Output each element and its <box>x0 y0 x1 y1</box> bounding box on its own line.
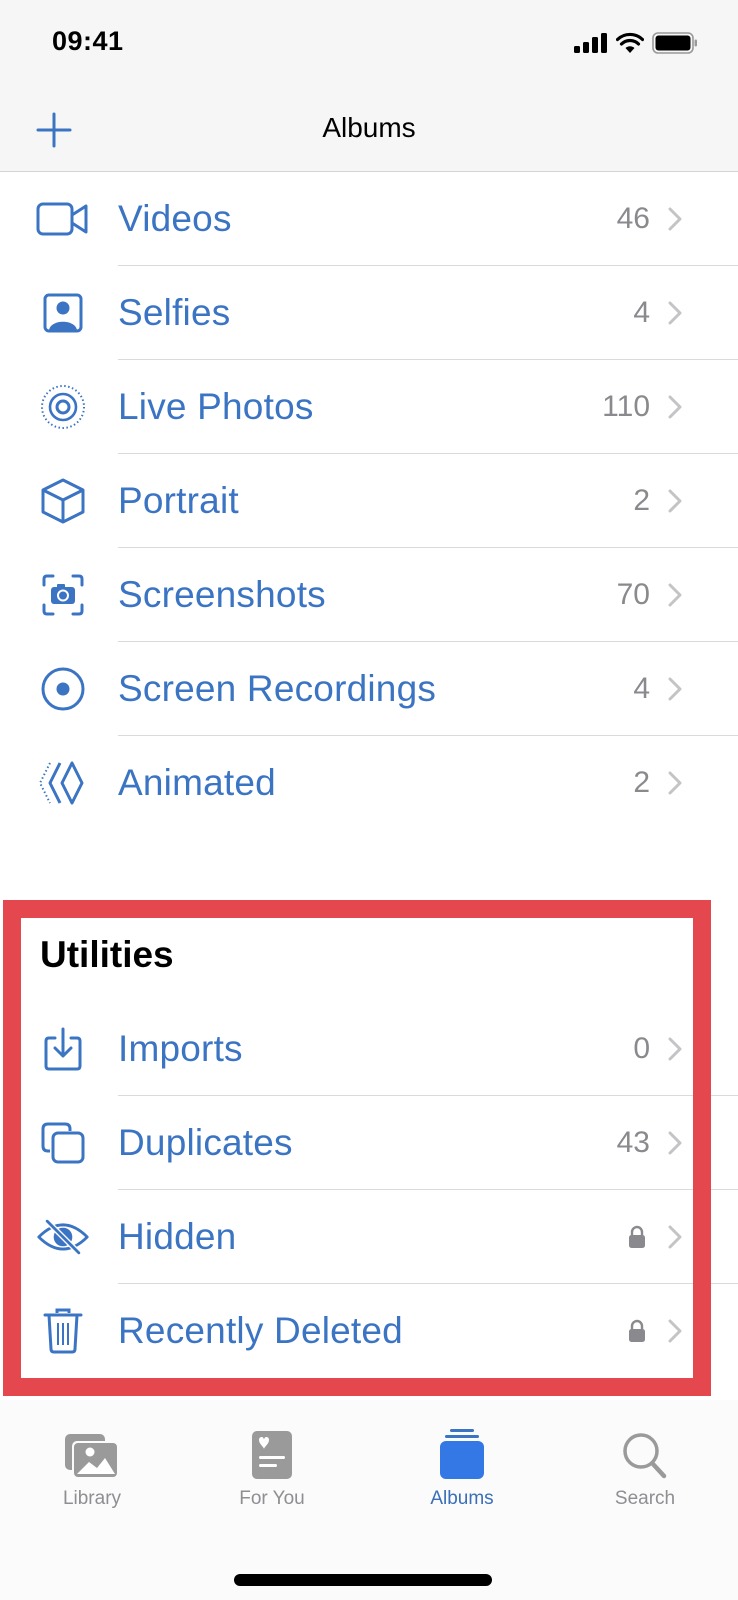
album-label: Videos <box>118 198 232 239</box>
photo-library-icon <box>65 1434 119 1479</box>
album-label: Screenshots <box>118 574 326 615</box>
navigation-bar: Albums <box>0 90 738 172</box>
chevron-right-icon <box>668 1319 682 1343</box>
lock-icon <box>629 1319 645 1342</box>
home-indicator[interactable] <box>234 1574 492 1586</box>
animated-diamond-icon <box>36 759 90 807</box>
tab-search[interactable]: Search <box>575 1418 715 1510</box>
media-types-list: Videos 46 Selfies 4 Live Photos 110 Port… <box>0 172 738 830</box>
utility-label: Duplicates <box>118 1122 293 1163</box>
selfie-portrait-icon <box>36 289 90 337</box>
chevron-right-icon <box>668 395 682 419</box>
tab-label: Albums <box>430 1488 494 1509</box>
chevron-right-icon <box>668 771 682 795</box>
for-you-heart-card-icon <box>252 1431 292 1479</box>
album-count: 46 <box>616 202 650 235</box>
record-circle-icon <box>36 665 90 713</box>
album-count: 4 <box>633 296 650 329</box>
status-icons <box>574 32 698 54</box>
utility-row-imports[interactable]: Imports 0 <box>0 1002 738 1096</box>
tab-label: Library <box>62 1488 122 1509</box>
tab-label: For You <box>239 1488 305 1509</box>
import-tray-icon <box>36 1025 90 1073</box>
chevron-right-icon <box>668 1131 682 1155</box>
album-row-videos[interactable]: Videos 46 <box>0 172 738 266</box>
tab-label: Search <box>614 1488 676 1509</box>
album-count: 110 <box>602 390 650 423</box>
chevron-right-icon <box>668 1225 682 1249</box>
page-title: Albums <box>322 112 416 143</box>
album-count: 2 <box>633 484 650 517</box>
chevron-right-icon <box>668 1037 682 1061</box>
utilities-section-title: Utilities <box>40 934 174 975</box>
chevron-right-icon <box>668 677 682 701</box>
battery-icon <box>652 32 697 54</box>
chevron-right-icon <box>668 489 682 513</box>
albums-stack-icon <box>440 1429 484 1479</box>
album-count: 70 <box>616 578 650 611</box>
screenshot-camera-icon <box>36 571 90 619</box>
utilities-list: Imports 0 Duplicates 43 Hidden Recently … <box>0 1002 738 1378</box>
utility-label: Recently Deleted <box>118 1310 403 1351</box>
utility-label: Hidden <box>118 1216 237 1257</box>
album-label: Selfies <box>118 292 231 333</box>
utility-count: 0 <box>633 1032 650 1065</box>
cellular-signal-icon <box>574 33 607 53</box>
tab-bar: Library For You Albums Search <box>0 1400 738 1600</box>
album-row-selfies[interactable]: Selfies 4 <box>0 266 738 360</box>
album-label: Live Photos <box>118 386 314 427</box>
chevron-right-icon <box>668 583 682 607</box>
trash-icon <box>36 1307 90 1355</box>
video-camera-icon <box>36 195 90 243</box>
utility-row-recently-deleted[interactable]: Recently Deleted <box>0 1284 738 1378</box>
wifi-icon <box>616 32 644 53</box>
utility-row-hidden[interactable]: Hidden <box>0 1190 738 1284</box>
chevron-right-icon <box>668 207 682 231</box>
album-row-screen-recordings[interactable]: Screen Recordings 4 <box>0 642 738 736</box>
status-time: 09:41 <box>52 26 124 56</box>
album-label: Screen Recordings <box>118 668 437 709</box>
status-bar: 09:41 <box>0 0 738 90</box>
eye-slash-icon <box>36 1213 90 1261</box>
tab-albums[interactable]: Albums <box>392 1418 532 1510</box>
chevron-right-icon <box>668 301 682 325</box>
utility-label: Imports <box>118 1028 243 1069</box>
album-row-animated[interactable]: Animated 2 <box>0 736 738 830</box>
duplicate-squares-icon <box>36 1119 90 1167</box>
utility-count: 43 <box>616 1126 650 1159</box>
live-photo-icon <box>36 383 90 431</box>
album-count: 2 <box>633 766 650 799</box>
tab-library[interactable]: Library <box>22 1418 162 1510</box>
album-count: 4 <box>633 672 650 705</box>
tab-for-you[interactable]: For You <box>202 1418 342 1510</box>
utility-row-duplicates[interactable]: Duplicates 43 <box>0 1096 738 1190</box>
cube-icon <box>36 477 90 525</box>
magnifying-glass-icon <box>623 1433 667 1479</box>
album-row-portrait[interactable]: Portrait 2 <box>0 454 738 548</box>
album-label: Animated <box>118 762 276 803</box>
lock-icon <box>629 1225 645 1248</box>
album-row-live-photos[interactable]: Live Photos 110 <box>0 360 738 454</box>
album-label: Portrait <box>118 480 239 521</box>
album-row-screenshots[interactable]: Screenshots 70 <box>0 548 738 642</box>
